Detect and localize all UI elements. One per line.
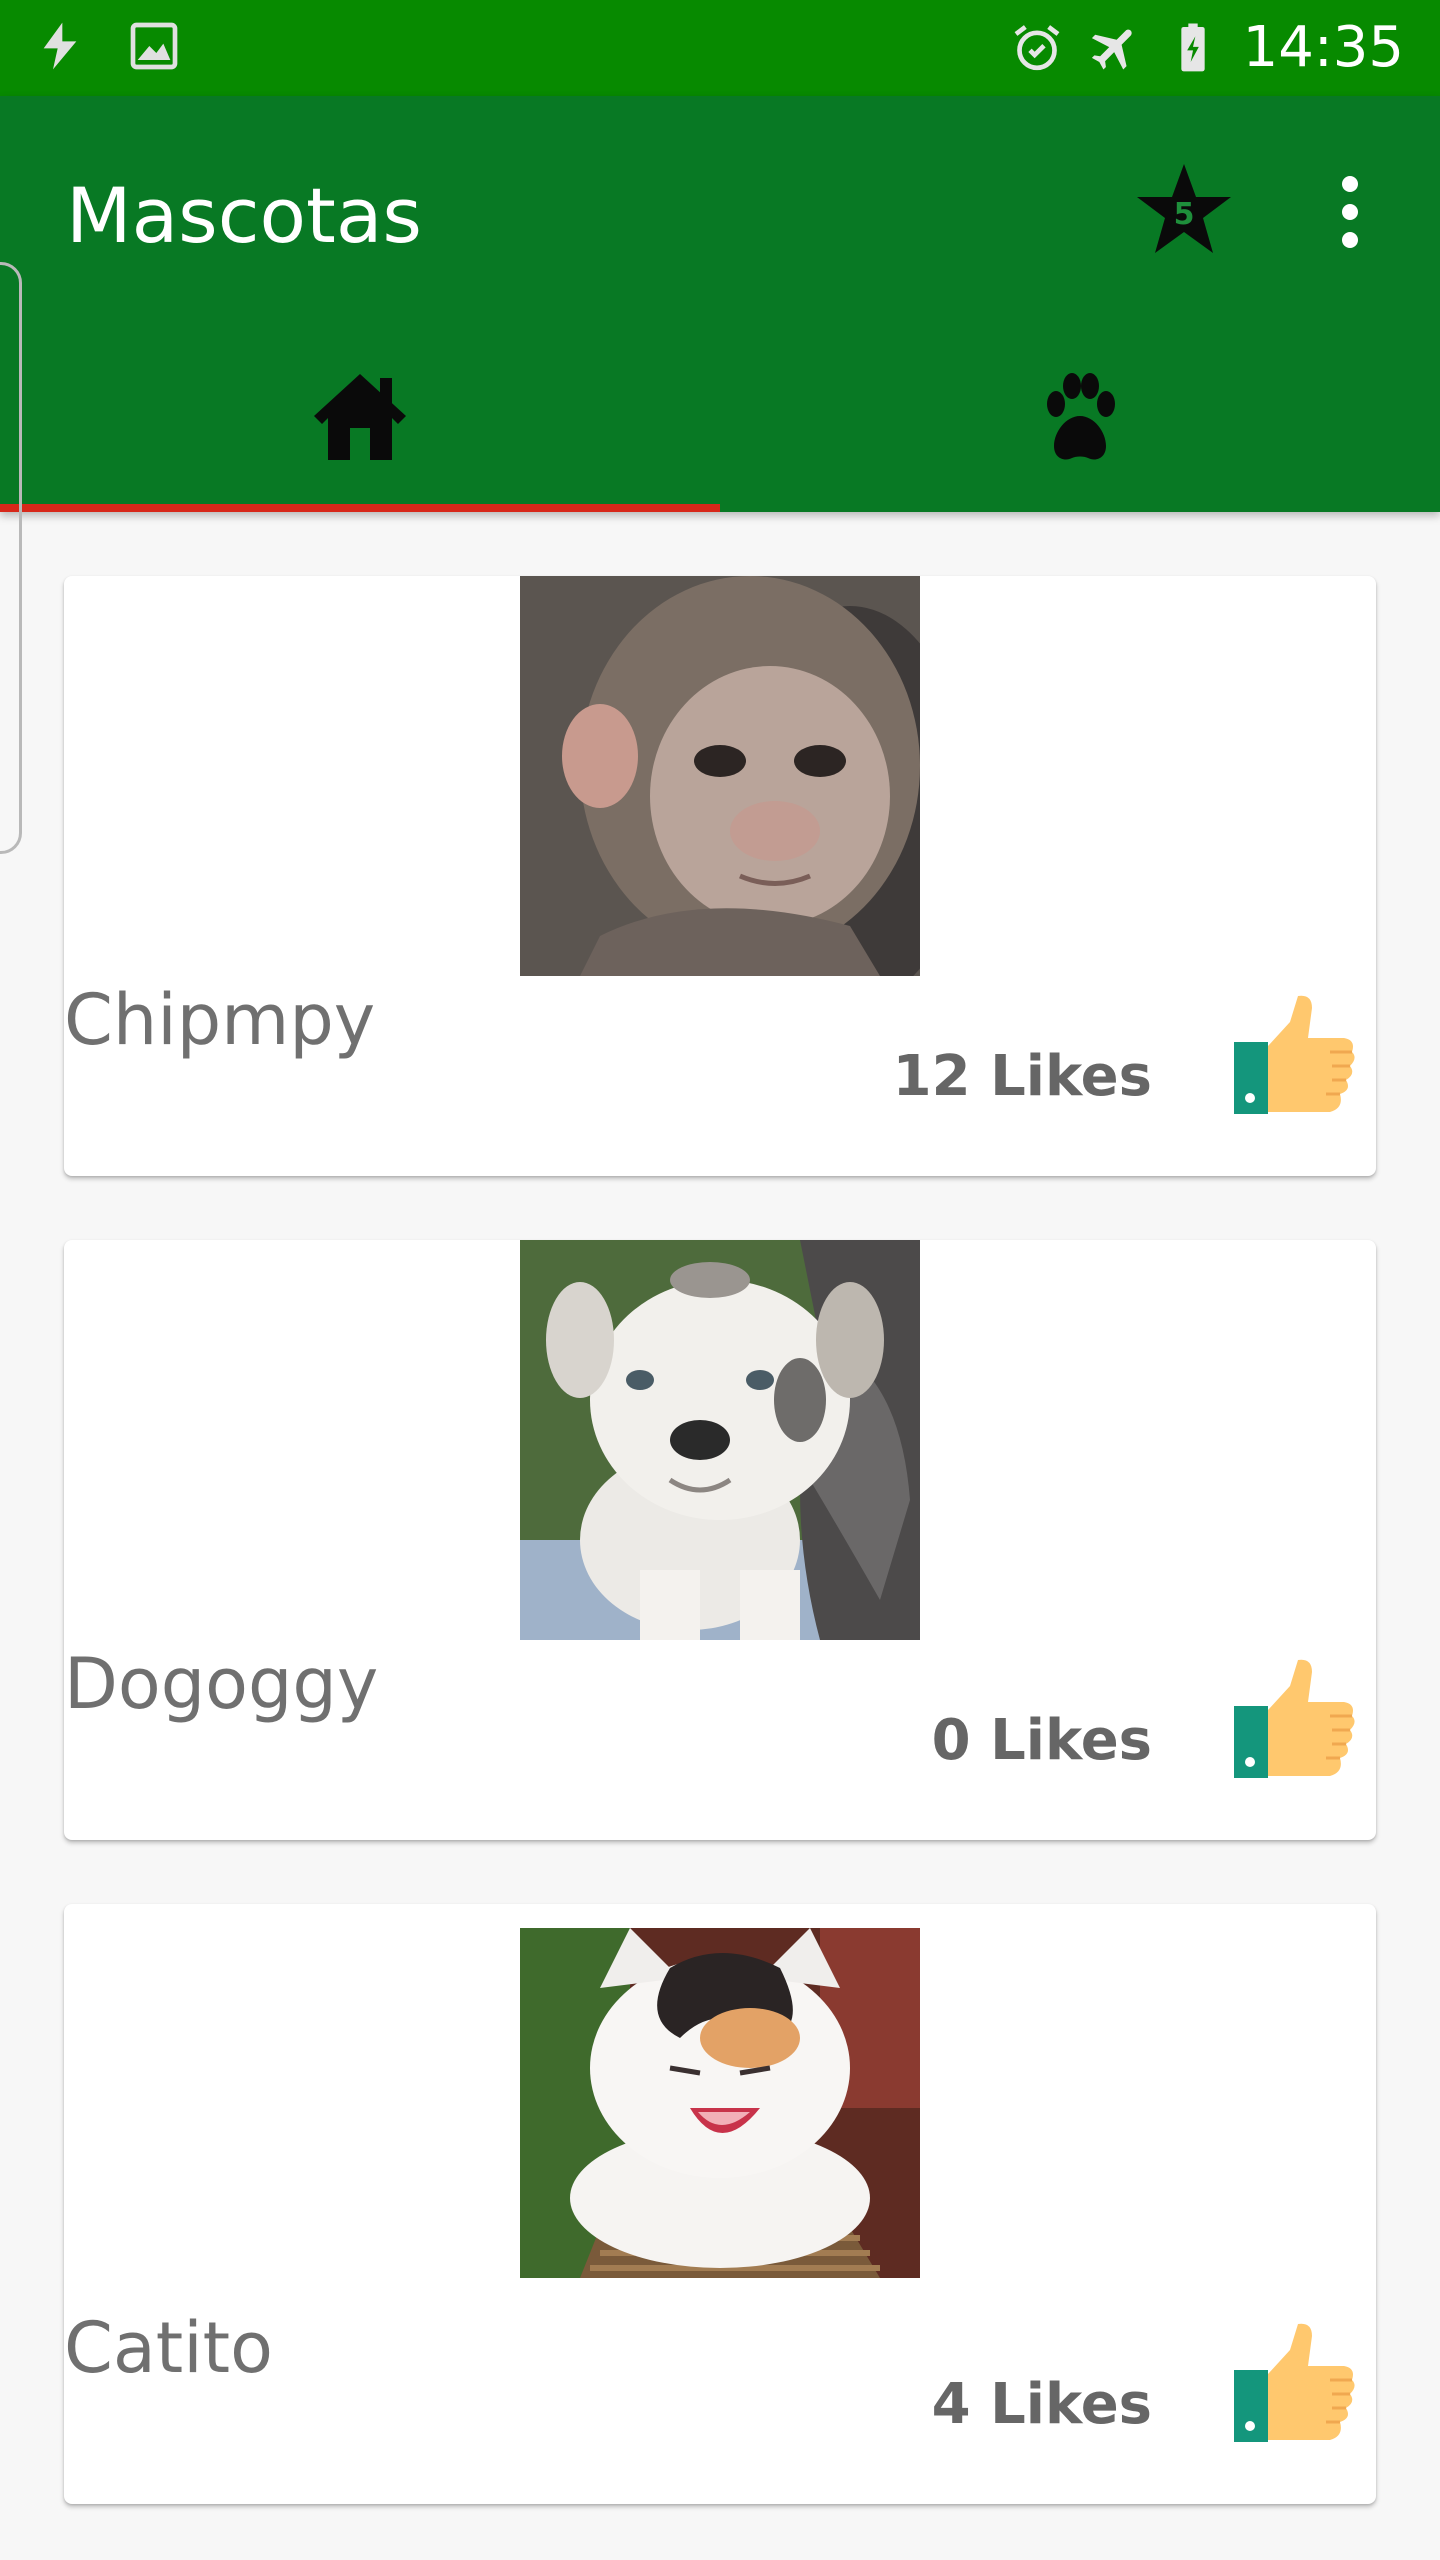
like-button[interactable] (1232, 1658, 1356, 1782)
image-icon (130, 22, 178, 70)
likes-count: 4 Likes (931, 2372, 1152, 2437)
pet-name: Chipmpy (64, 979, 376, 1061)
like-button[interactable] (1232, 2322, 1356, 2446)
more-vert-icon (1342, 176, 1358, 248)
paw-icon (1047, 373, 1115, 460)
pet-card: Dogoggy 0 Likes (64, 1240, 1376, 1840)
tab-pets[interactable] (720, 324, 1440, 512)
pet-photo-kitten (520, 1928, 920, 2278)
likes-count: 0 Likes (931, 1708, 1152, 1773)
alarm-icon (1014, 25, 1060, 71)
tab-bar (0, 324, 1440, 512)
pet-name: Dogoggy (64, 1643, 379, 1725)
star-icon: 5 (1137, 164, 1231, 253)
favorites-count: 5 (1174, 197, 1195, 232)
favorites-button[interactable]: 5 (1134, 160, 1234, 260)
airplane-icon (1091, 29, 1132, 70)
tab-indicator (0, 504, 720, 512)
tab-home[interactable] (0, 324, 720, 512)
status-right-icons: 14:35 (1009, 14, 1404, 82)
like-button[interactable] (1232, 994, 1356, 1118)
pet-card: Catito 4 Likes (64, 1904, 1376, 2504)
app-title: Mascotas (66, 171, 422, 260)
status-time: 14:35 (1242, 15, 1404, 80)
more-options-button[interactable] (1330, 172, 1370, 252)
pet-card: Chipmpy 12 Likes (64, 576, 1376, 1176)
edge-panel-handle[interactable] (0, 262, 22, 854)
likes-count: 12 Likes (892, 1044, 1152, 1109)
flash-icon (43, 22, 77, 70)
pet-name: Catito (64, 2307, 273, 2389)
status-bar: 14:35 (0, 0, 1440, 96)
status-left-icons (32, 18, 182, 74)
battery-icon (1180, 23, 1205, 72)
pet-photo-bulldog-puppy (520, 1240, 920, 1640)
home-icon (314, 374, 406, 460)
app-bar: Mascotas 5 (0, 96, 1440, 512)
pet-photo-monkey (520, 576, 920, 976)
